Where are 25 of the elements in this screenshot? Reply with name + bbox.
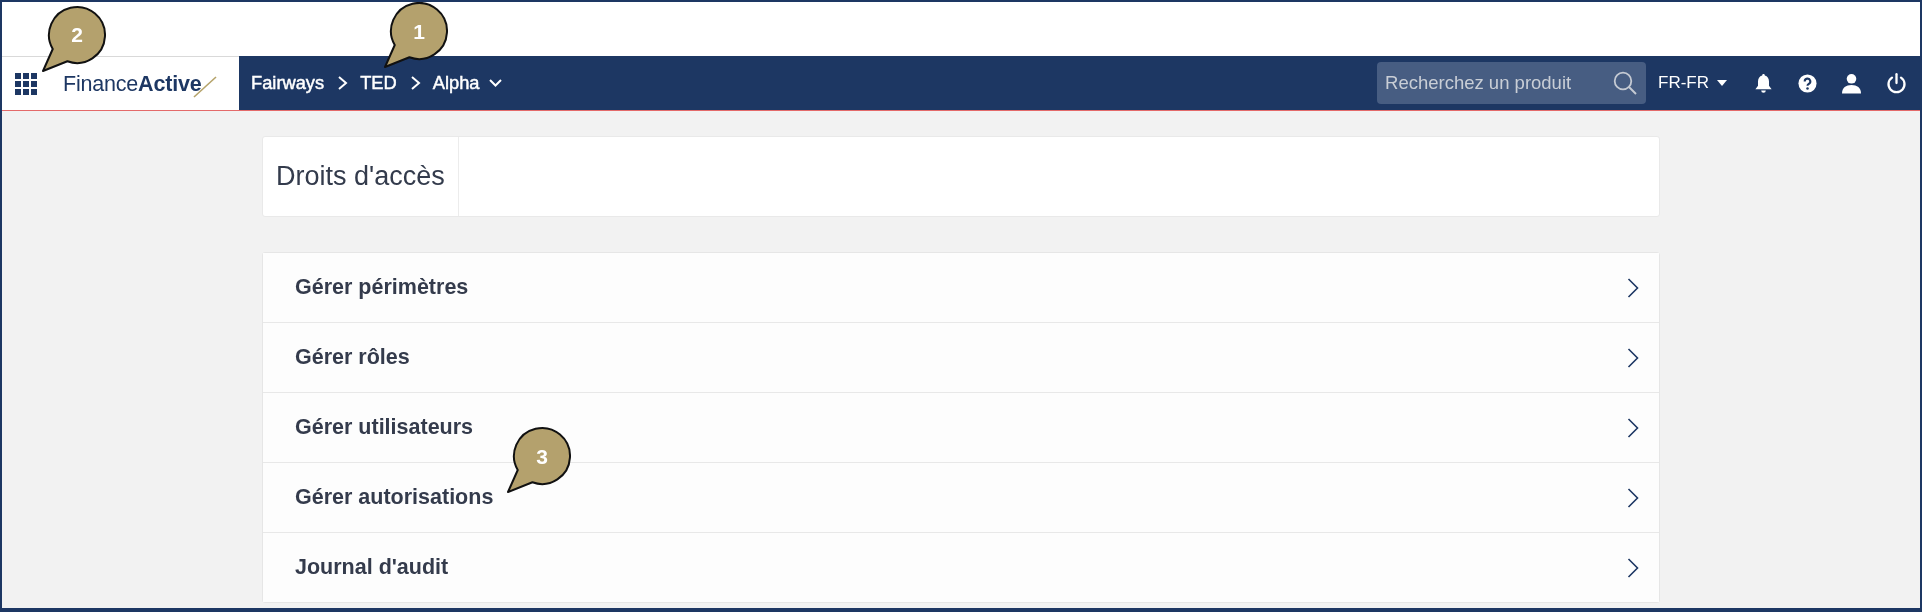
chevron-right-icon xyxy=(1627,277,1639,298)
search-icon[interactable] xyxy=(1613,71,1637,95)
callout-marker: 3 xyxy=(505,426,571,494)
chevron-down-icon xyxy=(489,79,503,87)
chevron-right-icon xyxy=(1627,487,1639,508)
page-title: Droits d'accès xyxy=(276,161,445,192)
chevron-right-icon xyxy=(1627,417,1639,438)
power-icon[interactable] xyxy=(1886,72,1907,94)
user-icon[interactable] xyxy=(1841,72,1862,94)
menu-row[interactable]: Journal d'audit xyxy=(263,532,1659,602)
chevron-right-icon xyxy=(336,76,349,90)
chevron-right-icon xyxy=(1627,557,1639,578)
breadcrumb-link[interactable]: TED xyxy=(360,73,397,93)
callout-marker: 1 xyxy=(382,2,449,69)
breadcrumb-link[interactable]: Alpha xyxy=(432,73,503,93)
caret-down-icon xyxy=(1717,80,1727,86)
chevron-right-icon xyxy=(1627,347,1639,368)
app-grid-icon[interactable] xyxy=(15,72,37,95)
logo-wordmark: FinanceActive xyxy=(63,71,202,96)
breadcrumb-link[interactable]: Fairways xyxy=(251,73,325,93)
help-icon[interactable] xyxy=(1798,73,1817,93)
bell-icon[interactable] xyxy=(1753,72,1774,94)
language-selector[interactable]: FR-FR xyxy=(1658,73,1727,93)
callout-marker: 2 xyxy=(40,4,106,73)
search-field[interactable]: Recherchez un produit xyxy=(1377,62,1646,104)
